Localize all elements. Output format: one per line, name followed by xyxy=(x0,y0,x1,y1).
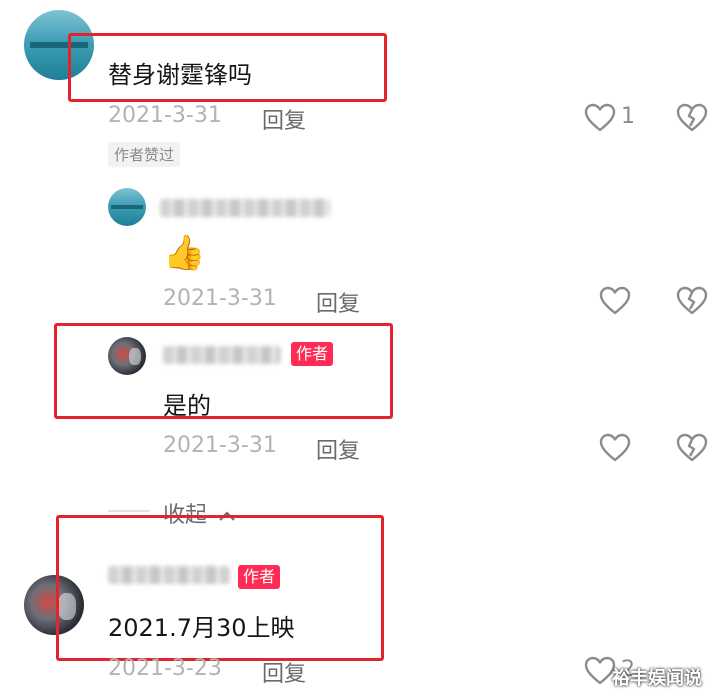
thumbs-up-emoji: 👍 xyxy=(163,233,206,273)
watermark: 裕丰娱闻说 xyxy=(612,668,702,689)
comment-date: 2021-3-31 xyxy=(108,103,222,128)
highlight-box xyxy=(68,33,387,102)
avatar[interactable] xyxy=(108,188,146,226)
reply-button[interactable]: 回复 xyxy=(262,656,306,688)
reply-button[interactable]: 回复 xyxy=(262,103,306,135)
heart-outline-icon[interactable] xyxy=(599,433,631,463)
reply-button[interactable]: 回复 xyxy=(316,433,360,465)
like-count: 1 xyxy=(621,104,635,129)
broken-heart-icon[interactable] xyxy=(676,433,708,463)
comment-date: 2021-3-31 xyxy=(163,433,277,458)
heart-outline-icon[interactable] xyxy=(599,286,631,316)
highlight-box xyxy=(56,515,384,661)
comment-date: 2021-3-31 xyxy=(163,286,277,311)
heart-outline-icon[interactable] xyxy=(584,103,616,133)
author-liked-badge: 作者赞过 xyxy=(108,142,181,167)
broken-heart-icon[interactable] xyxy=(676,103,708,133)
broken-heart-icon[interactable] xyxy=(676,286,708,316)
collapse-divider xyxy=(108,510,150,512)
username-blurred xyxy=(160,199,330,217)
highlight-box xyxy=(54,323,393,419)
reply-button[interactable]: 回复 xyxy=(316,286,360,318)
comment-date: 2021-3-23 xyxy=(108,656,222,681)
